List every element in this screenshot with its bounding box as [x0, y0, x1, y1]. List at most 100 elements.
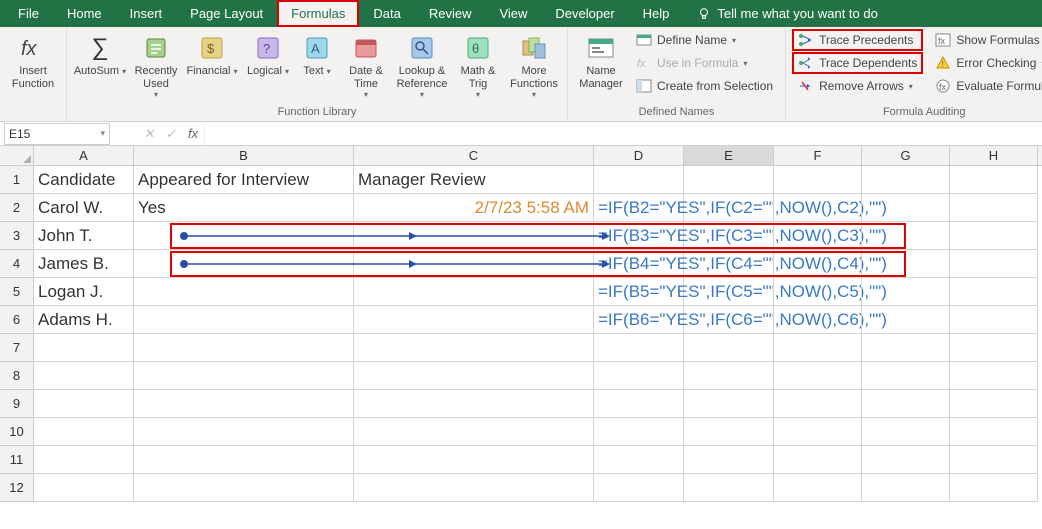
cell-F3[interactable] [774, 222, 862, 250]
cell[interactable] [774, 390, 862, 418]
name-box[interactable]: E15 ▾ [4, 123, 110, 145]
cell[interactable] [134, 418, 354, 446]
cell-A2[interactable]: Carol W. [34, 194, 134, 222]
cell-A6[interactable]: Adams H. [34, 306, 134, 334]
lookup-button[interactable]: Lookup & Reference▾ [395, 29, 449, 99]
create-from-selection-button[interactable]: Create from Selection [630, 75, 779, 97]
more-functions-button[interactable]: More Functions▾ [507, 29, 561, 99]
cell[interactable] [134, 390, 354, 418]
cell-A5[interactable]: Logan J. [34, 278, 134, 306]
cell[interactable] [684, 390, 774, 418]
cell-F2[interactable] [774, 194, 862, 222]
row-header-11[interactable]: 11 [0, 446, 34, 474]
cell-G2[interactable] [862, 194, 950, 222]
cell[interactable] [862, 474, 950, 502]
cell[interactable] [594, 390, 684, 418]
formula-input[interactable] [204, 123, 1042, 145]
tab-insert[interactable]: Insert [116, 0, 177, 27]
cell-H2[interactable] [950, 194, 1038, 222]
cell[interactable] [134, 334, 354, 362]
cell-E6[interactable] [684, 306, 774, 334]
col-header-D[interactable]: D [594, 146, 684, 165]
cell[interactable] [354, 446, 594, 474]
cell[interactable] [774, 418, 862, 446]
cell-B2[interactable]: Yes [134, 194, 354, 222]
row-header-1[interactable]: 1 [0, 166, 34, 194]
cell[interactable] [774, 474, 862, 502]
cell[interactable] [684, 446, 774, 474]
name-manager-button[interactable]: Name Manager [574, 29, 628, 90]
cell-G1[interactable] [862, 166, 950, 194]
cell[interactable] [34, 390, 134, 418]
cell[interactable] [354, 418, 594, 446]
cell-G5[interactable] [862, 278, 950, 306]
cell-D1[interactable] [594, 166, 684, 194]
cell[interactable] [354, 390, 594, 418]
cell-D4[interactable]: =IF(B4="YES",IF(C4="",NOW(),C4),"") [594, 250, 684, 278]
chevron-down-icon[interactable]: ▾ [100, 128, 105, 139]
cell[interactable] [684, 334, 774, 362]
cell[interactable] [684, 418, 774, 446]
cell-H1[interactable] [950, 166, 1038, 194]
cell-H6[interactable] [950, 306, 1038, 334]
insert-function-button[interactable]: fx Insert Function [6, 29, 60, 90]
cell-F6[interactable] [774, 306, 862, 334]
cell-C1[interactable]: Manager Review [354, 166, 594, 194]
cell-E4[interactable] [684, 250, 774, 278]
mathtrig-button[interactable]: θ Math & Trig▾ [451, 29, 505, 99]
cell[interactable] [950, 362, 1038, 390]
cell-A4[interactable]: James B. [34, 250, 134, 278]
cell-F5[interactable] [774, 278, 862, 306]
cell-E1[interactable] [684, 166, 774, 194]
cell-B3[interactable] [134, 222, 354, 250]
tab-data[interactable]: Data [359, 0, 414, 27]
row-header-8[interactable]: 8 [0, 362, 34, 390]
cell[interactable] [684, 474, 774, 502]
logical-button[interactable]: ? Logical ▾ [241, 29, 295, 78]
cell[interactable] [684, 362, 774, 390]
cell[interactable] [862, 446, 950, 474]
cell-E2[interactable] [684, 194, 774, 222]
tab-view[interactable]: View [485, 0, 541, 27]
cell-C2[interactable]: 2/7/23 5:58 AM [354, 194, 594, 222]
cell[interactable] [950, 390, 1038, 418]
cell-D3[interactable]: =IF(B3="YES",IF(C3="",NOW(),C3),"") [594, 222, 684, 250]
evaluate-formula-button[interactable]: fx Evaluate Formula [929, 75, 1042, 97]
col-header-B[interactable]: B [134, 146, 354, 165]
cell[interactable] [594, 446, 684, 474]
fx-button[interactable]: fx [182, 126, 204, 141]
row-header-5[interactable]: 5 [0, 278, 34, 306]
row-header-12[interactable]: 12 [0, 474, 34, 502]
select-all-corner[interactable] [0, 146, 34, 165]
cell[interactable] [354, 474, 594, 502]
cell-C3[interactable] [354, 222, 594, 250]
trace-dependents-button[interactable]: Trace Dependents [792, 52, 923, 74]
cell[interactable] [862, 418, 950, 446]
cell-G4[interactable] [862, 250, 950, 278]
cell[interactable] [862, 390, 950, 418]
cell-F4[interactable] [774, 250, 862, 278]
cell-D2[interactable]: =IF(B2="YES",IF(C2="",NOW(),C2),"") [594, 194, 684, 222]
cell[interactable] [34, 474, 134, 502]
financial-button[interactable]: $ Financial ▾ [185, 29, 239, 78]
cell-D6[interactable]: =IF(B6="YES",IF(C6="",NOW(),C6),"") [594, 306, 684, 334]
cell[interactable] [594, 474, 684, 502]
cell[interactable] [950, 474, 1038, 502]
cell-B5[interactable] [134, 278, 354, 306]
row-header-10[interactable]: 10 [0, 418, 34, 446]
row-header-6[interactable]: 6 [0, 306, 34, 334]
cell[interactable] [950, 446, 1038, 474]
cell-E3[interactable] [684, 222, 774, 250]
cell[interactable] [774, 446, 862, 474]
col-header-F[interactable]: F [774, 146, 862, 165]
col-header-G[interactable]: G [862, 146, 950, 165]
cell[interactable] [862, 362, 950, 390]
cell[interactable] [134, 446, 354, 474]
datetime-button[interactable]: Date & Time▾ [339, 29, 393, 99]
tab-file[interactable]: File [4, 0, 53, 27]
cell[interactable] [34, 334, 134, 362]
cell[interactable] [34, 362, 134, 390]
cell-A1[interactable]: Candidate [34, 166, 134, 194]
tab-formulas[interactable]: Formulas [277, 0, 359, 27]
cell-G3[interactable] [862, 222, 950, 250]
